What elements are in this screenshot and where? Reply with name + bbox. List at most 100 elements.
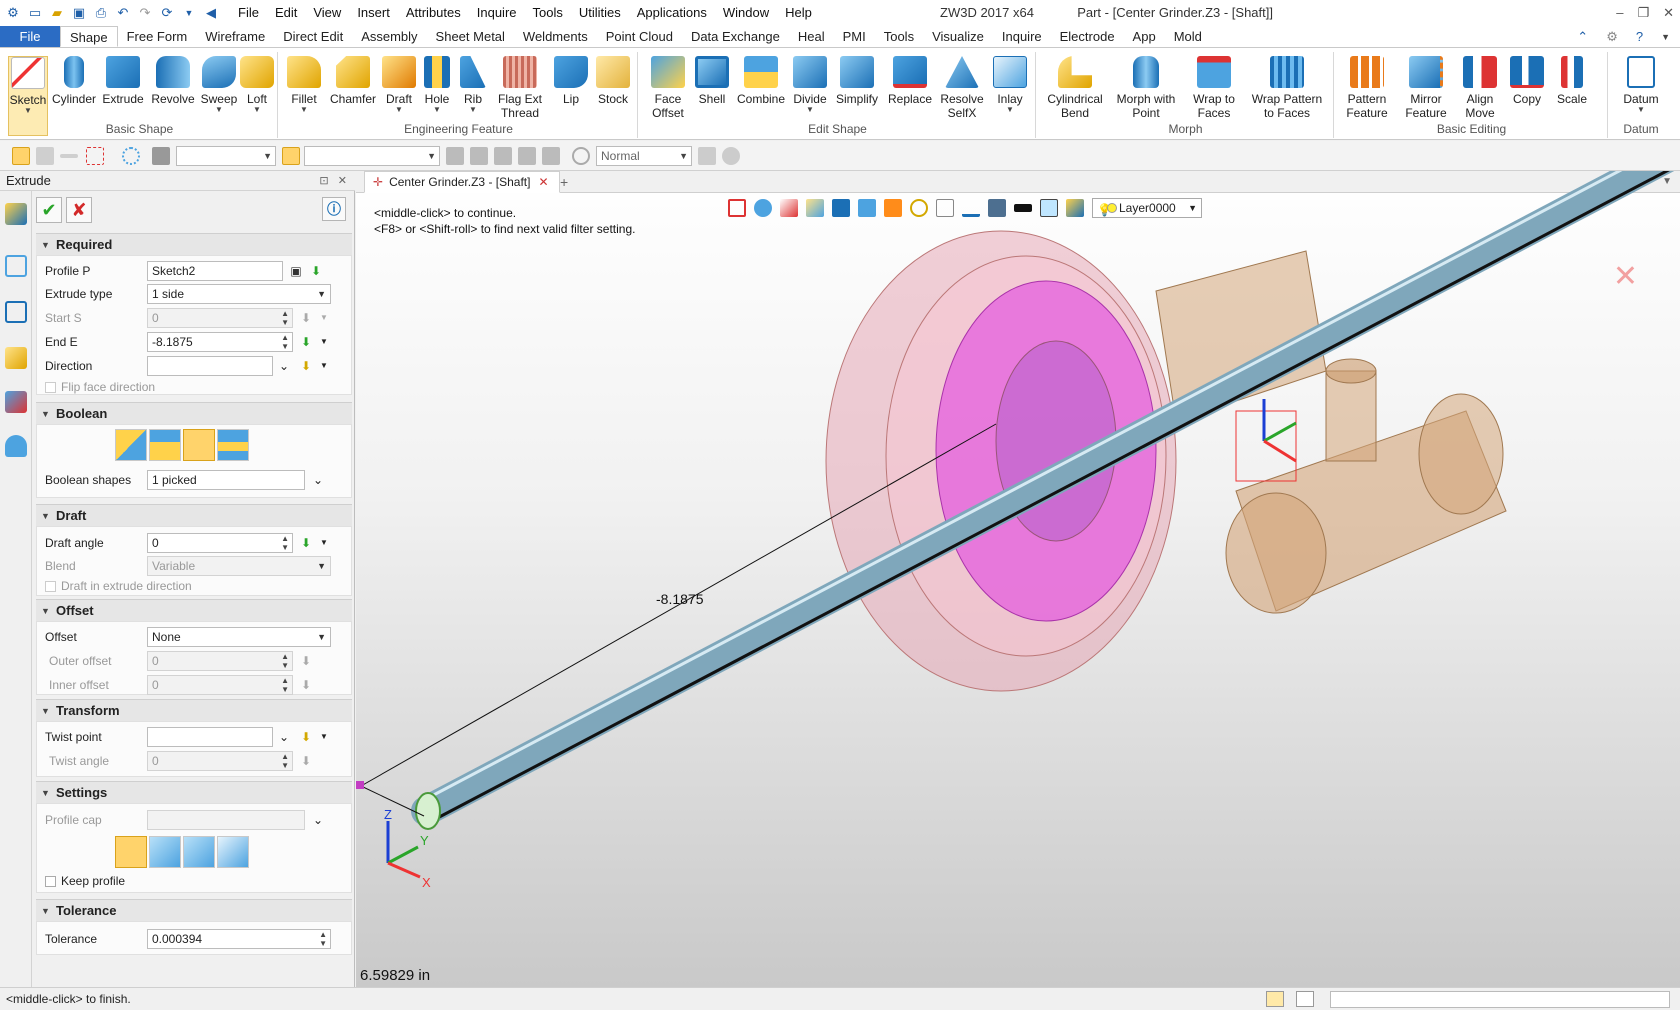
divide-button[interactable]: Divide ▼: [790, 56, 830, 114]
toolbar-tool-3-icon[interactable]: [494, 147, 512, 165]
user-icon[interactable]: [5, 435, 27, 457]
tab-direct-edit[interactable]: Direct Edit: [274, 26, 352, 47]
ribbon-options-icon[interactable]: ▼: [1661, 26, 1670, 48]
dimension-value[interactable]: -8.1875: [656, 591, 703, 607]
open-folder-icon[interactable]: ▰: [48, 4, 66, 22]
image-library-icon[interactable]: [5, 391, 27, 413]
assembly-tree-icon[interactable]: [5, 301, 27, 323]
lip-button[interactable]: Lip: [552, 56, 590, 106]
tab-app[interactable]: App: [1124, 26, 1165, 47]
status-input-box[interactable]: [1330, 991, 1670, 1008]
cylinder-button[interactable]: Cylinder: [52, 56, 96, 106]
document-tab[interactable]: ✛ Center Grinder.Z3 - [Shaft] ✕: [364, 171, 560, 193]
target-icon[interactable]: [910, 199, 928, 217]
tab-point-cloud[interactable]: Point Cloud: [597, 26, 682, 47]
render-icon[interactable]: [572, 147, 590, 165]
cylindrical-bend-button[interactable]: Cylindrical Bend: [1042, 56, 1108, 120]
chamfer-button[interactable]: Chamfer: [328, 56, 378, 106]
back-icon[interactable]: ◀: [202, 4, 220, 22]
new-file-icon[interactable]: ▭: [26, 4, 44, 22]
tab-electrode[interactable]: Electrode: [1051, 26, 1124, 47]
extrude-button[interactable]: Extrude: [100, 56, 146, 106]
fillet-button[interactable]: Fillet ▼: [284, 56, 324, 114]
display-solid-icon[interactable]: [806, 199, 824, 217]
toolbar-tool-1-icon[interactable]: [446, 147, 464, 165]
replace-button[interactable]: Replace: [886, 56, 934, 106]
tab-free-form[interactable]: Free Form: [118, 26, 197, 47]
lasso-select-icon[interactable]: [122, 147, 140, 165]
cancel-x-icon[interactable]: ✘: [66, 197, 92, 223]
qa-dropdown-icon[interactable]: ▼: [180, 4, 198, 22]
3d-viewport[interactable]: ✛ Center Grinder.Z3 - [Shaft] ✕ + ▼ 💡 Layer…: [356, 171, 1680, 987]
boolean-base-icon[interactable]: [115, 429, 147, 461]
boolean-add-icon[interactable]: [149, 429, 181, 461]
add-tab-icon[interactable]: +: [560, 171, 568, 193]
copy-button[interactable]: Copy: [1506, 56, 1548, 106]
render-mode-icon[interactable]: [884, 199, 902, 217]
tab-data-exchange[interactable]: Data Exchange: [682, 26, 789, 47]
viewport-cancel-icon[interactable]: ✕: [1613, 259, 1638, 294]
twist-point-field[interactable]: [147, 727, 273, 747]
app-logo-icon[interactable]: ⚙: [4, 4, 22, 22]
line-color-icon[interactable]: [1014, 204, 1032, 212]
toolbar-tool-5-icon[interactable]: [542, 147, 560, 165]
face-color-icon[interactable]: [1040, 199, 1058, 217]
section-tolerance[interactable]: Tolerance: [36, 899, 352, 922]
feature-manager-icon[interactable]: [5, 203, 27, 225]
draft-direction-checkbox[interactable]: [45, 581, 56, 592]
menu-inquire[interactable]: Inquire: [469, 1, 525, 25]
tab-tools[interactable]: Tools: [875, 26, 923, 47]
twist-point-expand-icon[interactable]: ⌄: [276, 729, 292, 745]
menu-applications[interactable]: Applications: [629, 1, 715, 25]
tab-inquire[interactable]: Inquire: [993, 26, 1051, 47]
flip-face-checkbox[interactable]: [45, 382, 56, 393]
toolbar-tool-2-icon[interactable]: [470, 147, 488, 165]
cap-end-icon[interactable]: [183, 836, 215, 868]
document-tab-close-icon[interactable]: ✕: [538, 175, 548, 189]
section-settings[interactable]: Settings: [36, 781, 352, 804]
hole-button[interactable]: Hole ▼: [420, 56, 454, 114]
menu-file[interactable]: File: [230, 1, 267, 25]
section-boolean[interactable]: Boolean: [36, 402, 352, 425]
shaded-view-icon[interactable]: [832, 199, 850, 217]
info-icon[interactable]: ⓘ: [322, 197, 346, 221]
scale-button[interactable]: Scale: [1550, 56, 1594, 106]
profile-cap-expand-icon[interactable]: ⌄: [310, 812, 326, 828]
redo-icon[interactable]: ↷: [136, 4, 154, 22]
twist-point-dropdown-icon[interactable]: ▼: [316, 729, 332, 745]
pattern-feature-button[interactable]: Pattern Feature: [1338, 56, 1396, 120]
twist-point-pick-icon[interactable]: ⬇: [298, 729, 314, 745]
flag-ext-thread-button[interactable]: Flag Ext Thread: [492, 56, 548, 120]
draft-angle-field[interactable]: 0 ▲ ▼: [147, 533, 293, 553]
morph-with-point-button[interactable]: Morph with Point: [1110, 56, 1182, 120]
menu-view[interactable]: View: [305, 1, 349, 25]
section-transform[interactable]: Transform: [36, 699, 352, 722]
snap-combo[interactable]: ▼: [304, 146, 440, 166]
filter-list-icon[interactable]: [152, 147, 170, 165]
wrap-to-faces-button[interactable]: Wrap to Faces: [1186, 56, 1242, 120]
resolve-selfx-button[interactable]: Resolve SelfX: [938, 56, 986, 120]
sweep-button[interactable]: Sweep ▼: [200, 56, 238, 114]
regen-icon[interactable]: ⟳: [158, 4, 176, 22]
status-list-icon[interactable]: [1296, 991, 1314, 1007]
draft-angle-dropdown-icon[interactable]: ▼: [316, 535, 332, 551]
extrude-type-select[interactable]: 1 side ▼: [147, 284, 331, 304]
boolean-intersect-icon[interactable]: [217, 429, 249, 461]
menu-insert[interactable]: Insert: [349, 1, 398, 25]
menu-tools[interactable]: Tools: [525, 1, 571, 25]
direction-pick-icon[interactable]: ⬇: [298, 358, 314, 374]
draft-button[interactable]: Draft ▼: [380, 56, 418, 114]
align-move-button[interactable]: Align Move: [1456, 56, 1504, 120]
rib-button[interactable]: Rib ▼: [456, 56, 490, 114]
restore-icon[interactable]: ❐: [1637, 0, 1649, 26]
direction-expand-icon[interactable]: ⌄: [276, 358, 292, 374]
part-library-icon[interactable]: [5, 347, 27, 369]
keep-profile-checkbox[interactable]: [45, 876, 56, 887]
tab-wireframe[interactable]: Wireframe: [196, 26, 274, 47]
layer-manager-icon[interactable]: [1066, 199, 1084, 217]
stock-button[interactable]: Stock: [592, 56, 634, 106]
settings-gear-icon[interactable]: ⚙: [1606, 26, 1618, 48]
combine-button[interactable]: Combine: [734, 56, 788, 106]
cap-both-icon[interactable]: [115, 836, 147, 868]
tab-menu-icon[interactable]: ▼: [1662, 171, 1672, 193]
